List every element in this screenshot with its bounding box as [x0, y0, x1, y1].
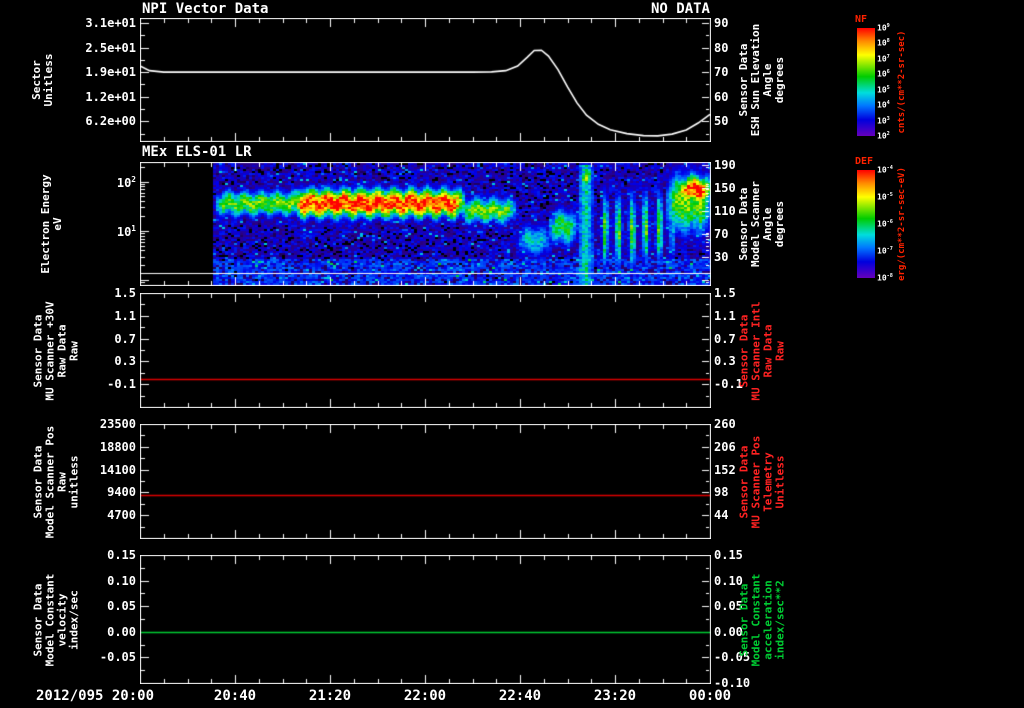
axis-label-line: index/sec**2 — [773, 579, 786, 660]
left-axis-title: Electron Energy eV — [39, 162, 64, 286]
colorbar-tick-label: 105 — [877, 84, 890, 95]
colorbar-tick-label: 106 — [877, 69, 890, 79]
colorbar-gradient — [857, 28, 875, 136]
x-axis-tick-label: 22:40 — [498, 688, 542, 704]
left-axis-title: Sector Unitless — [30, 18, 55, 142]
x-axis-tick-label: 21:20 — [308, 688, 352, 704]
colorbar-tick-label: 102 — [877, 131, 890, 141]
axis-label-line: Raw — [67, 340, 80, 361]
axis-label-line: Raw Data — [761, 324, 774, 377]
colorbar-units: erg/(cm**2-sr-sec-eV) — [897, 167, 907, 281]
axis-label-line: Model Constant — [43, 573, 56, 666]
axis-label-line: acceleration — [761, 579, 774, 660]
colorbar-tick-label: 108 — [877, 38, 890, 49]
axis-label-line: Sensor Data — [737, 583, 750, 656]
left-axis-title: Sensor Data Model Scanner Pos Raw unitless — [31, 424, 80, 539]
panel2-title: MEx ELS-01 LR — [142, 144, 252, 160]
colorbar-tick-label: 10-5 — [877, 192, 893, 202]
axis-label-line: Sensor Data — [31, 583, 44, 656]
axis-label-line: eV — [51, 217, 64, 231]
model-constant-velocity-plot-canvas — [140, 555, 711, 684]
colorbar-title: DEF — [855, 156, 874, 167]
axis-label-line: Telemetry — [761, 451, 774, 512]
right-axis-title: Sensor Data MU Scanner Pos Telemetry Unitle… — [737, 424, 786, 539]
x-axis-start-label: 2012/095 20:00 — [36, 688, 155, 704]
left-axis-tick-label: 1.2e+01 — [85, 89, 136, 104]
mu-scanner-30v-plot-canvas — [140, 293, 711, 408]
axis-label-line: index/sec — [67, 589, 80, 650]
left-axis-tick-label: 3.1e+01 — [85, 15, 136, 30]
axis-label-line: Model Constant — [749, 573, 762, 666]
axis-label-line: Raw Data — [55, 324, 68, 377]
science-multipanel-plot: NPI Vector Data NO DATA MEx ELS-01 LR 20… — [0, 0, 1024, 708]
colorbar-units: cnts/(cm**2-sr-sec) — [897, 30, 907, 134]
axis-label-line: MU Scanner Pos — [749, 435, 762, 528]
axis-label-line: Sensor Data — [31, 445, 44, 518]
left-axis-tick-label: 1.9e+01 — [85, 65, 136, 80]
axis-label-line: MU Scanner Intl — [749, 300, 762, 401]
right-axis-title: Sensor Data Model Scanner Angle degrees — [737, 162, 786, 286]
axis-label-line: Model Scanner Pos — [43, 425, 56, 538]
left-axis-title: Sensor Data MU Scanner +30V Raw Data Raw — [31, 293, 80, 408]
colorbar-tick-label: 109 — [877, 23, 890, 33]
left-axis-tick-label: 6.2e+00 — [85, 114, 136, 129]
x-axis-tick-label: 00:00 — [688, 688, 732, 704]
axis-label-line: degrees — [773, 56, 786, 104]
axis-label-line: velocity — [55, 593, 68, 646]
colorbar-tick-label: 103 — [877, 115, 890, 126]
colorbar-tick-label: 10-6 — [877, 219, 893, 229]
colorbar-tick-label: 10-4 — [877, 165, 893, 175]
right-axis-title: Sensor Data ESH Sun Elevation Angle degrees — [737, 18, 786, 142]
colorbar-tick-label: 107 — [877, 53, 890, 64]
colorbar-gradient — [857, 170, 875, 278]
x-axis-tick-label: 23:20 — [593, 688, 637, 704]
x-axis-tick-label: 20:40 — [213, 688, 257, 704]
axis-label-line: Raw — [773, 340, 786, 361]
axis-label-line: degrees — [773, 200, 786, 248]
axis-label-line: Sensor Data — [31, 314, 44, 387]
axis-label-line: Unitless — [42, 53, 55, 107]
axis-label-line: unitless — [67, 455, 80, 508]
npi-vector-plot-canvas — [140, 18, 711, 142]
panel1-title: NPI Vector Data — [142, 1, 269, 17]
axis-label-line: Unitless — [773, 455, 786, 508]
colorbar-tick-label: 10-7 — [877, 246, 893, 256]
colorbar-title: NF — [855, 14, 868, 25]
left-axis-tick-label: 2.5e+01 — [85, 40, 136, 55]
els-spectrogram-canvas — [140, 162, 711, 286]
colorbar-tick-label: 10-8 — [877, 273, 893, 283]
left-axis-title: Sensor Data Model Constant velocity index/s… — [31, 555, 80, 684]
left-axis-tick-label: 102 — [116, 174, 136, 190]
axis-label-line: MU Scanner +30V — [43, 300, 56, 401]
left-axis-tick-label: 101 — [116, 223, 136, 239]
no-data-status: NO DATA — [650, 1, 710, 17]
right-axis-title: Sensor Data Model Constant acceleration ind… — [737, 555, 786, 684]
axis-label-line: Sensor Data — [737, 314, 750, 387]
model-scanner-pos-plot-canvas — [140, 424, 711, 539]
axis-label-line: Sensor Data — [737, 445, 750, 518]
x-axis-tick-label: 22:00 — [403, 688, 447, 704]
axis-label-line: Raw — [55, 471, 68, 492]
colorbar-tick-label: 104 — [877, 100, 890, 110]
right-axis-title: Sensor Data MU Scanner Intl Raw Data Raw — [737, 293, 786, 408]
